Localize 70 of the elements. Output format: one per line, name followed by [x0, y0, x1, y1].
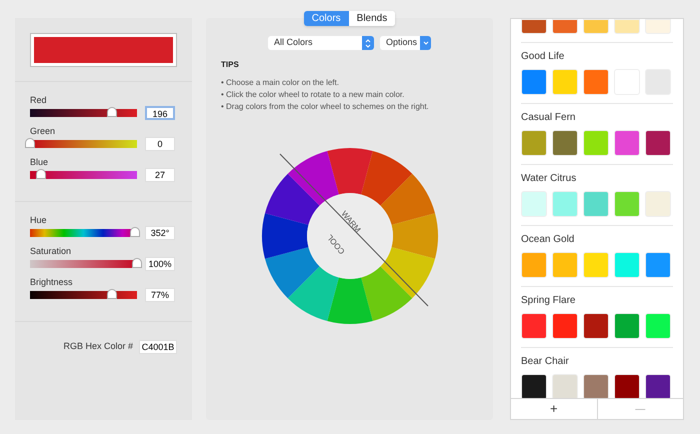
slider-thumb[interactable] — [36, 169, 46, 179]
value-field[interactable]: 27 — [145, 168, 175, 182]
color-swatch[interactable] — [521, 252, 547, 278]
tab[interactable]: Blends — [348, 11, 396, 26]
color-swatch[interactable] — [552, 19, 578, 34]
color-wheel[interactable] — [260, 146, 440, 326]
color-swatch[interactable] — [521, 69, 547, 95]
value-field[interactable]: 100% — [145, 257, 175, 271]
color-swatch[interactable] — [583, 252, 609, 278]
color-swatch[interactable] — [552, 69, 578, 95]
color-swatch[interactable] — [583, 374, 609, 398]
color-swatch[interactable] — [645, 374, 671, 398]
slider-thumb[interactable] — [107, 289, 118, 299]
color-swatch[interactable] — [521, 374, 547, 398]
options-dropdown[interactable]: Options — [380, 36, 431, 50]
color-swatch[interactable] — [645, 19, 671, 34]
slider-label: Red — [30, 94, 48, 106]
stepper-icon — [362, 36, 374, 50]
slider-label: Saturation — [30, 245, 72, 257]
slider-label: Blue — [30, 156, 50, 168]
slider-thumb[interactable] — [107, 107, 118, 117]
color-swatch[interactable] — [521, 313, 547, 339]
color-swatch[interactable] — [614, 191, 640, 217]
tip-text: • Drag colors from the color wheel to schemes on the right. — [221, 101, 429, 113]
slider-thumb[interactable] — [130, 227, 140, 237]
scheme-name: Spring Flare — [521, 295, 576, 307]
color-swatch[interactable] — [521, 191, 547, 217]
color-swatch[interactable] — [583, 69, 609, 95]
color-swatch[interactable] — [521, 19, 547, 34]
color-swatch[interactable] — [645, 191, 671, 217]
color-swatch[interactable] — [552, 252, 578, 278]
scheme-name: Ocean Gold — [521, 234, 576, 246]
tips-title: TIPS — [221, 59, 240, 71]
scope-dropdown[interactable]: All Colors — [268, 36, 374, 50]
slider-label: Green — [30, 125, 56, 137]
color-swatch[interactable] — [614, 252, 640, 278]
color-swatch[interactable] — [583, 191, 609, 217]
color-swatch[interactable] — [645, 130, 671, 156]
scheme-name: Bear Chair — [521, 356, 570, 368]
scheme-name: Good Life — [521, 51, 566, 63]
color-swatch[interactable] — [583, 130, 609, 156]
scheme-name: Casual Fern — [521, 112, 576, 124]
color-swatch[interactable] — [614, 19, 640, 34]
scheme-name: Water Citrus — [521, 173, 578, 185]
add-button[interactable]: + — [511, 399, 598, 419]
color-swatch[interactable] — [552, 191, 578, 217]
tip-text: • Choose a main color on the left. — [221, 77, 340, 89]
hex-label: RGB Hex Color # — [63, 340, 133, 354]
slider-thumb[interactable] — [25, 138, 35, 148]
color-swatch[interactable] — [645, 313, 671, 339]
value-field[interactable]: 77% — [145, 288, 175, 302]
slider-thumb[interactable] — [132, 258, 142, 268]
value-field[interactable]: 0 — [145, 137, 175, 151]
slider-label: Brightness — [30, 276, 74, 288]
color-swatch[interactable] — [614, 313, 640, 339]
color-swatch[interactable] — [552, 130, 578, 156]
color-swatch[interactable] — [583, 19, 609, 34]
color-swatch[interactable] — [583, 313, 609, 339]
value-field[interactable]: 196 — [145, 106, 175, 120]
color-swatch[interactable] — [552, 374, 578, 398]
slider-label: Hue — [30, 214, 48, 226]
color-swatch[interactable] — [521, 130, 547, 156]
color-swatch[interactable] — [614, 130, 640, 156]
hex-field[interactable]: C4001B — [139, 340, 177, 354]
tip-text: • Click the color wheel to rotate to a new main color. — [221, 89, 406, 101]
value-field[interactable]: 352° — [145, 226, 175, 240]
color-swatch[interactable] — [614, 374, 640, 398]
color-swatch[interactable] — [552, 313, 578, 339]
chevron-icon — [420, 36, 431, 50]
color-swatch[interactable] — [645, 252, 671, 278]
